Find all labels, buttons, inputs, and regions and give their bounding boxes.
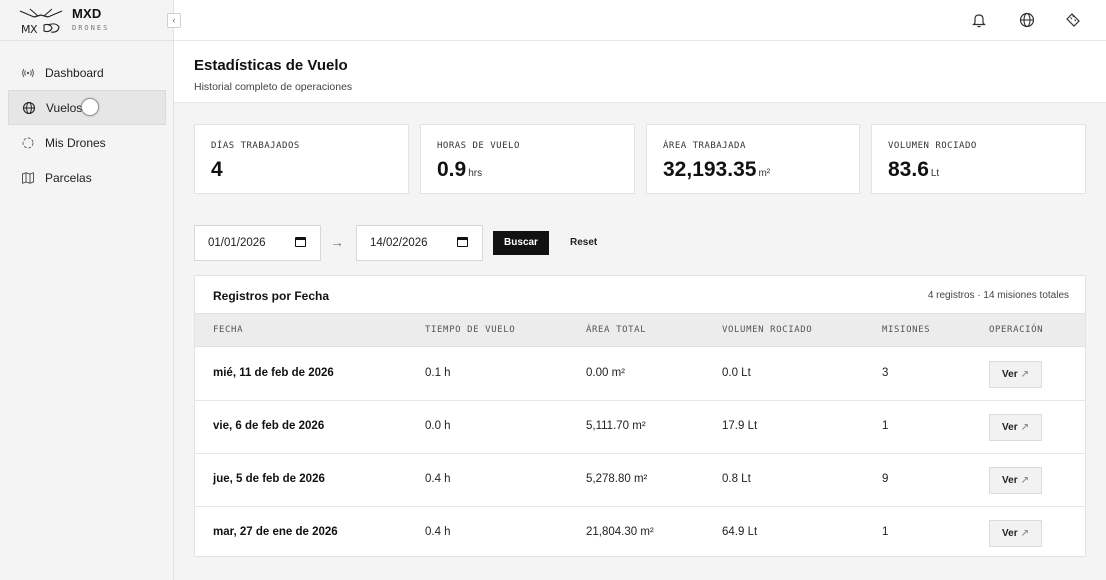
cell-volume: 17.9 Lt <box>722 420 758 432</box>
sidebar-item-label: Mis Drones <box>45 135 106 150</box>
cell-volume: 64.9 Lt <box>722 526 758 538</box>
page-title: Estadísticas de Vuelo <box>194 57 348 74</box>
table-row: jue, 5 de feb de 2026 0.4 h 5,278.80 m² … <box>195 454 1085 507</box>
column-header: FECHA <box>213 325 244 335</box>
column-header: OPERACIÓN <box>989 325 1044 335</box>
sidebar-item-label: Dashboard <box>45 65 104 80</box>
sidebar-item-label: Parcelas <box>45 170 92 185</box>
view-button[interactable]: Ver ↗ <box>989 520 1042 547</box>
cell-date: mar, 27 de ene de 2026 <box>213 526 338 538</box>
external-link-icon: ↗ <box>1020 475 1029 486</box>
stat-label: HORAS DE VUELO <box>437 141 520 151</box>
cell-date: mié, 11 de feb de 2026 <box>213 367 334 379</box>
brand: MX MXD DRONES <box>0 0 174 41</box>
table-row: mié, 11 de feb de 2026 0.1 h 0.00 m² 0.0… <box>195 348 1085 401</box>
collapse-sidebar-button[interactable]: ‹ <box>167 13 181 28</box>
table-row: mar, 27 de ene de 2026 0.4 h 21,804.30 m… <box>195 507 1085 560</box>
view-button[interactable]: Ver ↗ <box>989 414 1042 441</box>
sidebar-item-dashboard[interactable]: Dashboard <box>8 55 166 90</box>
view-button[interactable]: Ver ↗ <box>989 361 1042 388</box>
page-subtitle: Historial completo de operaciones <box>194 81 353 93</box>
table-row: vie, 6 de feb de 2026 0.0 h 5,111.70 m² … <box>195 401 1085 454</box>
cell-area: 0.00 m² <box>586 367 625 379</box>
cell-area: 21,804.30 m² <box>586 526 654 538</box>
cell-missions: 1 <box>882 420 889 432</box>
page-header: Estadísticas de Vuelo Historial completo… <box>174 41 1106 103</box>
cell-date: vie, 6 de feb de 2026 <box>213 420 325 432</box>
table-meta: 4 registros · 14 misiones totales <box>927 290 1069 301</box>
column-header: ÁREA TOTAL <box>586 325 647 335</box>
stat-card-volumen: VOLUMEN ROCIADO 83.6 Lt <box>871 124 1086 194</box>
view-button[interactable]: Ver ↗ <box>989 467 1042 494</box>
sidebar-nav: Dashboard Vuelos Mis Drones Parcelas <box>8 55 166 195</box>
cell-date: jue, 5 de feb de 2026 <box>213 473 325 485</box>
sidebar-item-mis-drones[interactable]: Mis Drones <box>8 125 166 160</box>
stat-value: 32,193.35 m² <box>663 158 771 181</box>
cell-missions: 9 <box>882 473 889 485</box>
stat-card-horas: HORAS DE VUELO 0.9 hrs <box>420 124 635 194</box>
date-from-input[interactable]: 01/01/2026 <box>194 225 321 261</box>
sidebar-item-label: Vuelos <box>46 100 83 115</box>
brand-name: MXD <box>72 6 102 21</box>
column-header: TIEMPO DE VUELO <box>425 325 516 335</box>
column-header: VOLUMEN ROCIADO <box>722 325 813 335</box>
sidebar-item-vuelos[interactable]: Vuelos <box>8 90 166 125</box>
ruler-icon[interactable] <box>1064 11 1082 29</box>
globe-icon[interactable] <box>1018 11 1036 29</box>
cell-area: 5,111.70 m² <box>586 420 646 432</box>
top-bar <box>174 0 1106 41</box>
cell-volume: 0.0 Lt <box>722 367 751 379</box>
bell-icon[interactable] <box>970 11 988 29</box>
date-to-input[interactable]: 14/02/2026 <box>356 225 483 261</box>
cell-time: 0.0 h <box>425 420 451 432</box>
arrow-right-icon: → <box>330 234 344 250</box>
globe-icon <box>22 101 36 115</box>
stat-card-dias: DÍAS TRABAJADOS 4 <box>194 124 409 194</box>
sidebar-item-parcelas[interactable]: Parcelas <box>8 160 166 195</box>
cell-time: 0.1 h <box>425 367 451 379</box>
cell-missions: 1 <box>882 526 889 538</box>
reset-button[interactable]: Reset <box>570 231 597 255</box>
cell-missions: 3 <box>882 367 889 379</box>
cell-volume: 0.8 Lt <box>722 473 751 485</box>
brand-subtitle: DRONES <box>72 24 110 32</box>
external-link-icon: ↗ <box>1020 422 1029 433</box>
search-button[interactable]: Buscar <box>493 231 549 255</box>
table-title: Registros por Fecha <box>213 289 330 303</box>
stat-value: 4 <box>211 158 223 181</box>
column-header: MISIONES <box>882 325 931 335</box>
stat-label: ÁREA TRABAJADA <box>663 141 746 151</box>
calendar-icon[interactable] <box>457 237 468 247</box>
table-header: FECHA TIEMPO DE VUELO ÁREA TOTAL VOLUMEN… <box>195 313 1085 347</box>
mxd-logo: MX <box>19 8 63 35</box>
broadcast-icon <box>21 66 35 80</box>
svg-text:MX: MX <box>21 23 38 35</box>
cell-time: 0.4 h <box>425 526 451 538</box>
external-link-icon: ↗ <box>1020 369 1029 380</box>
mouse-cursor-indicator <box>81 98 99 116</box>
stat-label: DÍAS TRABAJADOS <box>211 141 300 151</box>
stat-card-area: ÁREA TRABAJADA 32,193.35 m² <box>646 124 860 194</box>
stat-label: VOLUMEN ROCIADO <box>888 141 977 151</box>
stat-value: 0.9 hrs <box>437 158 483 181</box>
calendar-icon[interactable] <box>295 237 306 247</box>
drone-icon <box>21 136 35 150</box>
records-table-card: Registros por Fecha 4 registros · 14 mis… <box>194 275 1086 557</box>
stat-value: 83.6 Lt <box>888 158 940 181</box>
map-icon <box>21 171 35 185</box>
cell-time: 0.4 h <box>425 473 451 485</box>
sidebar: MX MXD DRONES ‹ Dashboard Vuelos Mis Dro… <box>0 0 181 580</box>
external-link-icon: ↗ <box>1020 528 1029 539</box>
cell-area: 5,278.80 m² <box>586 473 648 485</box>
